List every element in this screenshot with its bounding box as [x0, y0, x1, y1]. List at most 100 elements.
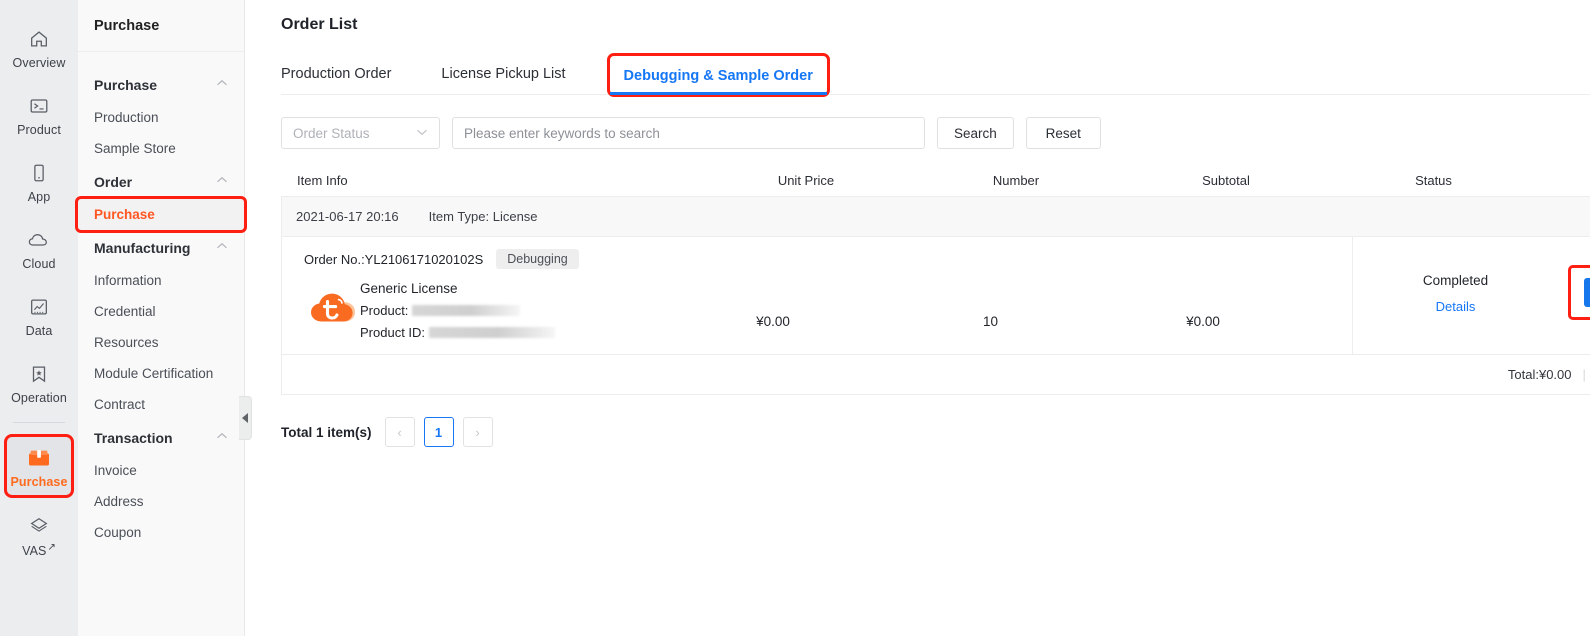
header-item-info: Item Info — [297, 173, 348, 188]
order-left-section: Order No.:YL2106171020102S Debugging Gen… — [282, 237, 1352, 354]
rail-item-cloud[interactable]: Cloud — [7, 219, 71, 277]
product-id-label: Product ID: — [360, 325, 426, 340]
rail-label: Operation — [11, 391, 67, 405]
pagination-page-1[interactable]: 1 — [423, 417, 454, 447]
sidebar-item-resources[interactable]: Resources — [78, 327, 244, 358]
header-number: Number — [992, 173, 1040, 188]
order-operation-cell: Download Credential — [1558, 237, 1590, 354]
chart-icon — [28, 294, 50, 320]
totals-divider: | — [1582, 367, 1586, 382]
chevron-up-icon — [216, 176, 228, 187]
header-operation: Operation — [1536, 173, 1590, 188]
table-header-row: Item Info Unit Price Number Subtotal Sta… — [281, 165, 1590, 197]
product-field-row: Product: — [360, 303, 662, 318]
pagination-total: Total 1 item(s) — [281, 424, 372, 440]
order-type-badge: Debugging — [496, 249, 579, 269]
search-input[interactable] — [452, 117, 925, 149]
product-id-field-row: Product ID: — [360, 325, 662, 340]
sidebar-group-purchase[interactable]: Purchase — [78, 67, 244, 102]
sidebar-group-label: Transaction — [94, 430, 173, 446]
sidebar-item-sample-store[interactable]: Sample Store — [78, 133, 244, 164]
external-link-icon: ↗ — [47, 542, 56, 553]
order-totals-row: Total:¥0.00 | Paid:¥0.00 | To Be Paid:¥0… — [282, 354, 1590, 394]
sidebar-item-invoice[interactable]: Invoice — [78, 455, 244, 486]
app-root: Overview Product App Cloud Data Operatio… — [0, 0, 1590, 636]
tab-license-pickup-list[interactable]: License Pickup List — [441, 66, 565, 94]
sidebar-group-transaction[interactable]: Transaction — [78, 420, 244, 455]
chevron-up-icon — [216, 432, 228, 443]
rail-divider — [13, 422, 65, 423]
order-table: Item Info Unit Price Number Subtotal Sta… — [281, 165, 1590, 395]
search-button[interactable]: Search — [937, 117, 1014, 149]
rail-item-data[interactable]: Data — [7, 286, 71, 344]
download-credential-button[interactable]: Download Credential — [1583, 278, 1590, 307]
order-status-cell: Completed Details — [1352, 237, 1558, 354]
order-number: Order No.:YL2106171020102S — [304, 251, 484, 267]
order-card: 2021-06-17 20:16 Item Type: License Orde… — [281, 197, 1590, 395]
sidebar-group-order[interactable]: Order — [78, 164, 244, 199]
order-status-select[interactable]: Order Status — [281, 117, 440, 149]
sidebar-group-label: Order — [94, 174, 133, 190]
sidebar-item-purchase-order[interactable]: Purchase — [75, 196, 247, 233]
order-item-row: Generic License Product: Product ID: ¥0.… — [282, 278, 1352, 340]
total-amount: Total:¥0.00 — [1507, 367, 1572, 382]
rail-label: Data — [25, 324, 53, 338]
download-credential-highlight: Download Credential — [1567, 265, 1590, 320]
rail-item-app[interactable]: App — [7, 152, 71, 210]
home-icon — [28, 26, 50, 52]
rail-item-operation[interactable]: Operation — [7, 353, 71, 411]
order-datetime: 2021-06-17 20:16 — [296, 209, 399, 224]
sidebar-group-manufacturing[interactable]: Manufacturing — [78, 230, 244, 265]
tab-bar: Production Order License Pickup List Deb… — [281, 53, 1590, 97]
cell-number: 10 — [982, 314, 999, 329]
secondary-sidebar: Purchase Purchase Production Sample Stor… — [75, 0, 247, 636]
rail-label-text: VAS — [22, 544, 47, 559]
sidebar-item-contract[interactable]: Contract — [78, 389, 244, 420]
chevron-down-icon — [416, 127, 428, 139]
rail-item-purchase[interactable]: Purchase — [4, 434, 74, 498]
reset-button[interactable]: Reset — [1025, 117, 1101, 149]
sidebar-item-production[interactable]: Production — [78, 102, 244, 133]
diamond-icon — [27, 512, 51, 538]
primary-nav-rail: Overview Product App Cloud Data Operatio… — [0, 0, 78, 636]
order-status-select-value: Order Status — [293, 125, 370, 141]
rail-label: Product — [17, 123, 61, 137]
sidebar-item-information[interactable]: Information — [78, 265, 244, 296]
sidebar-group-label: Purchase — [94, 77, 158, 93]
rail-item-vas[interactable]: VAS↗ — [7, 504, 71, 564]
header-subtotal: Subtotal — [1202, 173, 1250, 188]
tab-debugging-sample-order[interactable]: Debugging & Sample Order — [606, 53, 830, 97]
redacted-value — [429, 327, 556, 338]
chevron-up-icon — [216, 242, 228, 253]
mobile-icon — [28, 160, 50, 186]
tab-production-order[interactable]: Production Order — [281, 66, 391, 94]
filter-bar: Order Status Search Reset — [281, 117, 1590, 149]
sidebar-collapse-handle[interactable] — [239, 396, 252, 440]
terminal-icon — [28, 93, 50, 119]
cloud-icon — [27, 227, 51, 253]
order-item-type: Item Type: License — [428, 209, 538, 224]
sidebar-header: Purchase — [78, 0, 244, 52]
cell-unit-price: ¥0.00 — [756, 314, 790, 329]
chevron-up-icon — [216, 79, 228, 90]
rail-item-product[interactable]: Product — [7, 85, 71, 143]
product-label: Product: — [360, 303, 409, 318]
header-status: Status — [1415, 173, 1452, 188]
main-content: Order List Production Order License Pick… — [245, 0, 1590, 636]
sidebar-item-module-certification[interactable]: Module Certification — [78, 358, 244, 389]
sidebar-item-coupon[interactable]: Coupon — [78, 517, 244, 548]
product-details: Generic License Product: Product ID: — [346, 278, 662, 340]
pagination-prev-button[interactable]: ‹ — [384, 417, 415, 447]
sidebar-item-address[interactable]: Address — [78, 486, 244, 517]
rail-item-overview[interactable]: Overview — [7, 18, 71, 76]
pagination-next-button[interactable]: › — [462, 417, 493, 447]
page-title: Order List — [281, 16, 358, 33]
order-card-header: 2021-06-17 20:16 Item Type: License — [282, 197, 1590, 237]
sidebar-item-credential[interactable]: Credential — [78, 296, 244, 327]
details-link[interactable]: Details — [1436, 299, 1476, 314]
rail-label: VAS↗ — [22, 542, 56, 558]
product-name: Generic License — [360, 281, 458, 296]
cell-subtotal: ¥0.00 — [1186, 314, 1220, 329]
header-unit-price: Unit Price — [777, 173, 835, 188]
sidebar-body: Purchase Production Sample Store Order P… — [75, 52, 247, 548]
